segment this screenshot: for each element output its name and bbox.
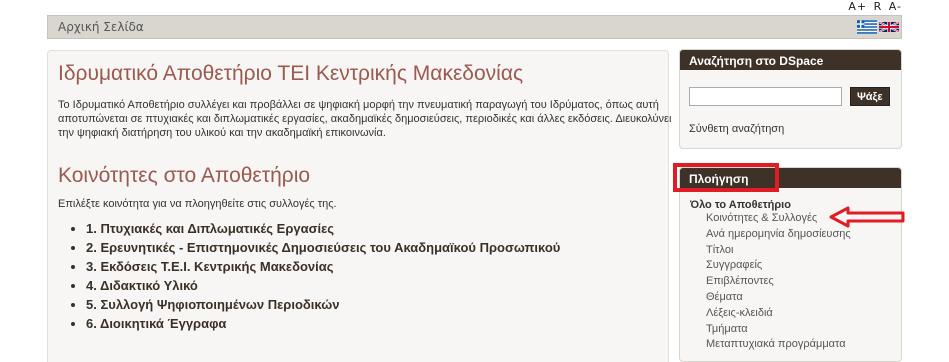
- community-link[interactable]: 3. Εκδόσεις Τ.Ε.Ι. Κεντρικής Μακεδονίας: [86, 257, 658, 276]
- search-panel: Αναζήτηση στο DSpace Ψάξε Σύνθετη αναζήτ…: [679, 49, 902, 149]
- search-button[interactable]: Ψάξε: [850, 87, 890, 106]
- advanced-search-link[interactable]: Σύνθετη αναζήτηση: [689, 123, 901, 135]
- communities-heading: Κοινότητες στο Αποθετήριο: [58, 164, 311, 187]
- community-link[interactable]: 1. Πτυχιακές και Διπλωματικές Εργασίες: [86, 219, 658, 238]
- nav-item-keywords[interactable]: Λέξεις-κλειδιά: [706, 306, 901, 322]
- main-content: Ιδρυματικό Αποθετήριο ΤΕΙ Κεντρικής Μακε…: [47, 50, 671, 362]
- search-input[interactable]: [689, 87, 842, 106]
- font-reset-link[interactable]: R: [874, 0, 883, 13]
- communities-instruction: Επιλέξτε κοινότητα για να πλοηγηθείτε στ…: [58, 198, 337, 210]
- language-switcher: [857, 20, 899, 34]
- navigation-list: Κοινότητες & Συλλογές Ανά ημερομηνία δημ…: [706, 211, 901, 353]
- page-title: Ιδρυματικό Αποθετήριο ΤΕΙ Κεντρικής Μακε…: [58, 62, 524, 85]
- search-row: Ψάξε: [689, 87, 901, 106]
- nav-item-subjects[interactable]: Θέματα: [706, 290, 901, 306]
- font-size-controls: A+ R A-: [846, 0, 902, 13]
- community-link[interactable]: 4. Διδακτικό Υλικό: [86, 276, 658, 295]
- greek-flag-icon[interactable]: [857, 20, 877, 34]
- nav-item-postgraduate[interactable]: Μεταπτυχιακά προγράμματα: [706, 337, 901, 353]
- community-link[interactable]: 6. Διοικητικά Έγγραφα: [86, 314, 658, 333]
- font-smaller-link[interactable]: A-: [889, 0, 902, 13]
- intro-text: Το Ιδρυματικό Αποθετήριο συλλέγει και πρ…: [58, 99, 672, 139]
- nav-item-authors[interactable]: Συγγραφείς: [706, 258, 901, 274]
- nav-item-by-date[interactable]: Ανά ημερομηνία δημοσίευσης: [706, 227, 901, 243]
- communities-list: 1. Πτυχιακές και Διπλωματικές Εργασίες 2…: [58, 219, 658, 333]
- breadcrumb-home-link[interactable]: Αρχική Σελίδα: [58, 20, 144, 34]
- navigation-panel: Πλοήγηση Όλο το Αποθετήριο Κοινότητες & …: [673, 163, 902, 362]
- arrow-annotation-icon: [829, 206, 905, 228]
- nav-item-titles[interactable]: Τίτλοι: [706, 243, 901, 259]
- nav-item-departments[interactable]: Τμήματα: [706, 322, 901, 338]
- search-panel-title: Αναζήτηση στο DSpace: [680, 50, 901, 70]
- breadcrumb-bar: Αρχική Σελίδα: [47, 15, 902, 39]
- uk-flag-icon[interactable]: [879, 20, 899, 34]
- font-larger-link[interactable]: A+: [848, 0, 867, 13]
- nav-item-supervisors[interactable]: Επιβλέποντες: [706, 274, 901, 290]
- navigation-panel-header: Πλοήγηση: [673, 163, 901, 192]
- navigation-highlight-box: [673, 163, 779, 192]
- community-link[interactable]: 2. Ερευνητικές - Επιστημονικές Δημοσιεύσ…: [86, 238, 658, 257]
- community-link[interactable]: 5. Συλλογή Ψηφιοποιημένων Περιοδικών: [86, 295, 658, 314]
